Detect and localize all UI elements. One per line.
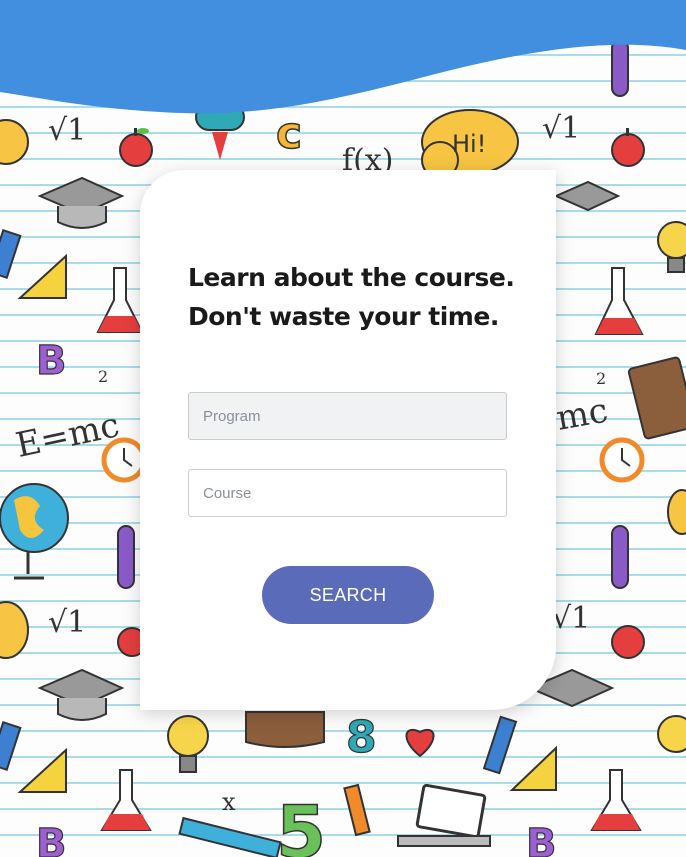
sqrt-doodle-right-low: √1 [552, 601, 590, 636]
flask-icon-right-bottom [590, 769, 642, 831]
pencil-icon [0, 229, 22, 279]
triangle-ruler-icon-right [509, 745, 557, 791]
grad-cap-icon-right [553, 180, 621, 212]
course-input[interactable] [188, 469, 507, 517]
cloud-doodle-right [667, 489, 686, 535]
pencil-icon-right-bottom [482, 715, 518, 775]
cloud-doodle-left-low [0, 601, 29, 659]
superscript-two: 2 [98, 367, 108, 386]
grad-cap-icon-low [37, 668, 125, 721]
program-input[interactable] [188, 392, 507, 440]
lightbulb-icon [657, 221, 686, 273]
number-eight-doodle: 8 [346, 712, 377, 763]
header-wave [0, 0, 686, 114]
apple-icon-right-low [611, 625, 645, 659]
apple-icon-right [611, 128, 645, 167]
heart-icon [405, 729, 435, 758]
book-icon [627, 356, 686, 440]
lightbulb-icon-bottom [167, 715, 209, 773]
x-doodle: x [222, 788, 236, 816]
flask-icon-right [594, 267, 644, 335]
svg-text:Hi!: Hi! [452, 130, 486, 158]
cloud-doodle-left [0, 119, 29, 165]
lightbulb-icon-right-bottom [657, 715, 686, 753]
ruler-icon [178, 816, 282, 857]
laptop-icon [397, 783, 491, 847]
flask-icon-bottom [100, 769, 152, 831]
search-button[interactable]: SEARCH [262, 566, 434, 624]
flask-icon [96, 267, 144, 333]
testtube-icon-right [611, 525, 629, 589]
number-five-doodle: 5 [276, 790, 326, 857]
clock-icon [101, 437, 147, 483]
clock-icon-right [599, 437, 645, 483]
backpack-icon [245, 711, 325, 748]
headline-line-2: Don't waste your time. [188, 302, 499, 331]
grad-cap-icon [37, 176, 125, 229]
superscript-two-right: 2 [596, 369, 606, 388]
globe-icon [0, 483, 69, 580]
triangle-ruler-icon [17, 253, 67, 299]
sqrt-doodle-left: √1 [48, 605, 86, 640]
letter-b-doodle-right: B [526, 821, 557, 857]
letter-b-doodle: B [36, 338, 67, 384]
emc-doodle-right: mc [553, 391, 610, 439]
page-title: Learn about the course. Don't waste your… [188, 258, 528, 336]
search-card: Learn about the course. Don't waste your… [140, 170, 556, 710]
pencil-icon-bottom [0, 721, 22, 771]
pencil-icon-orange [343, 783, 371, 837]
letter-b-doodle-bottom: B [36, 821, 67, 857]
headline-line-1: Learn about the course. [188, 263, 515, 292]
hi-cloud-icon: Hi! [421, 109, 519, 179]
testtube-icon [117, 525, 135, 589]
triangle-ruler-icon-bottom [17, 747, 67, 793]
apple-icon [119, 128, 153, 167]
